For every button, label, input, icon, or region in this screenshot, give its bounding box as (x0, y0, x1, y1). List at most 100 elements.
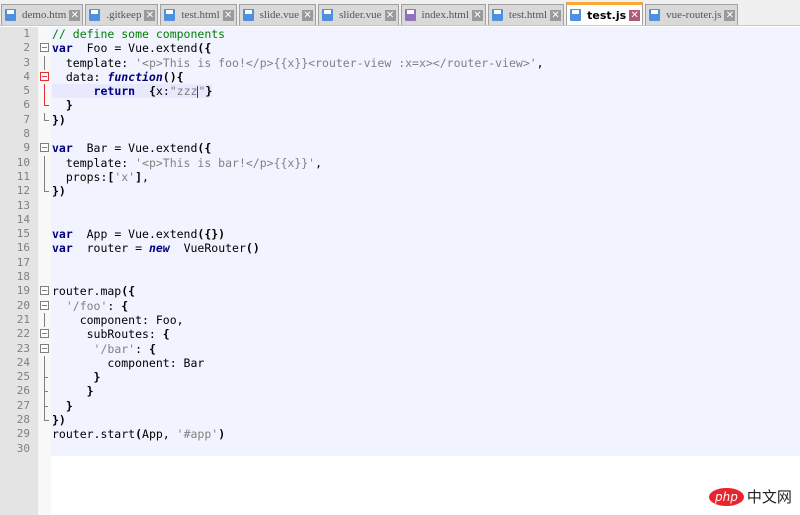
close-icon[interactable]: ✕ (629, 9, 641, 21)
code-line: 30 (0, 442, 800, 456)
fold-minus-icon[interactable] (40, 143, 49, 153)
tab-label: vue-router.js (666, 9, 722, 21)
token-str: '<p>This is foo!</p>{{x}}<router-view :x… (135, 55, 537, 70)
file-icon (5, 9, 16, 21)
token-plain: router = (72, 241, 149, 256)
code-line: 24 component: Bar (0, 355, 800, 371)
code-line: 6 } (0, 98, 800, 112)
code-text[interactable]: subRoutes: { (52, 327, 170, 341)
token-plain: props: (52, 169, 108, 184)
code-text[interactable]: '/foo': { (52, 299, 128, 313)
code-text[interactable]: } (52, 98, 73, 112)
line-number: 17 (16, 255, 30, 269)
close-icon[interactable]: ✕ (471, 9, 483, 21)
code-text[interactable]: router.start(App, '#app') (52, 427, 225, 441)
tab-test-js[interactable]: test.js ✕ (566, 2, 644, 25)
code-text[interactable]: template: '<p>This is bar!</p>{{x}}', (52, 156, 322, 170)
code-text[interactable]: }) (52, 184, 66, 198)
code-text[interactable]: template: '<p>This is foo!</p>{{x}}<rout… (52, 56, 544, 70)
fold-minus-icon[interactable] (40, 343, 49, 353)
file-icon (164, 9, 176, 21)
token-kw: var (52, 241, 73, 256)
token-str: "zzz (169, 84, 198, 99)
code-text[interactable]: var App = Vue.extend({}) (52, 227, 225, 241)
fold-minus-icon[interactable] (40, 329, 49, 339)
close-icon[interactable]: ✕ (69, 9, 81, 21)
tab-label: slider.vue (339, 9, 382, 21)
token-op: () (245, 241, 260, 256)
fold-end (44, 98, 49, 107)
line-number: 22 (16, 327, 30, 341)
line-number: 28 (16, 413, 30, 427)
code-text[interactable]: }) (52, 413, 66, 427)
code-text[interactable]: component: Foo, (52, 313, 184, 327)
fold-end (44, 184, 49, 193)
code-text[interactable]: router.map({ (52, 284, 135, 298)
tab-test-html[interactable]: test.html ✕ (160, 4, 237, 25)
close-icon[interactable]: ✕ (222, 9, 234, 21)
token-plain: , (315, 155, 323, 170)
file-icon (570, 9, 582, 21)
fold-minus-icon[interactable] (40, 71, 49, 81)
code-text[interactable]: return {x:"zzz"} (52, 84, 213, 99)
token-plain: template: (52, 155, 136, 170)
code-text[interactable]: data: function(){ (52, 70, 184, 84)
fold-minus-icon[interactable] (40, 300, 49, 310)
token-kw: var (52, 141, 73, 156)
code-line: 9 var Bar = Vue.extend({ (0, 141, 800, 155)
close-icon[interactable]: ✕ (550, 9, 562, 21)
code-text[interactable]: }) (52, 113, 66, 127)
tab-test-html[interactable]: test.html ✕ (487, 4, 565, 25)
code-line: 11 props:['x'], (0, 169, 800, 185)
tab-vue-router-js[interactable]: vue-router.js ✕ (645, 4, 739, 25)
line-number: 15 (16, 227, 30, 241)
code-text[interactable]: var Foo = Vue.extend({ (52, 41, 211, 55)
code-text[interactable]: } (52, 370, 101, 384)
file-icon (89, 9, 101, 21)
token-plain: Bar = Vue.extend (72, 141, 198, 156)
close-icon[interactable]: ✕ (384, 9, 396, 21)
tab-demo-htm[interactable]: demo.htm ✕ (1, 4, 84, 25)
tab-label: index.html (421, 9, 469, 21)
line-number: 23 (16, 341, 30, 355)
code-text[interactable]: } (52, 384, 94, 398)
tab-gitkeep[interactable]: .gitkeep ✕ (85, 4, 159, 25)
code-text[interactable]: props:['x'], (52, 170, 149, 184)
fold-minus-icon[interactable] (40, 43, 49, 53)
line-number: 29 (16, 427, 30, 441)
line-number: 30 (16, 441, 30, 455)
close-icon[interactable]: ✕ (724, 9, 736, 21)
close-icon[interactable]: ✕ (302, 9, 314, 21)
token-plain: Foo = Vue.extend (72, 41, 198, 56)
code-text[interactable]: '/bar': { (52, 342, 156, 356)
close-icon[interactable]: ✕ (144, 9, 156, 21)
token-plain: subRoutes: (52, 327, 163, 342)
code-text[interactable]: component: Bar (52, 356, 204, 370)
tab-index-html[interactable]: index.html ✕ (400, 4, 486, 25)
code-line: 8 (0, 127, 800, 141)
token-plain: template: (52, 55, 136, 70)
tab-slider-vue[interactable]: slider.vue ✕ (318, 4, 399, 25)
code-text[interactable]: // define some components (52, 27, 225, 41)
line-number: 4 (23, 69, 30, 83)
token-kw: var (52, 41, 73, 56)
line-number: 27 (16, 398, 30, 412)
line-number: 25 (16, 370, 30, 384)
fold-tee (44, 377, 48, 379)
code-text[interactable]: } (52, 399, 73, 413)
code-text[interactable]: var router = new VueRouter() (52, 241, 260, 255)
code-line: 2 var Foo = Vue.extend({ (0, 41, 800, 55)
code-line: 26 } (0, 384, 800, 399)
line-number: 14 (16, 212, 30, 226)
fold-line (44, 312, 45, 328)
fold-minus-icon[interactable] (40, 286, 49, 296)
watermark-text: 中文网 (746, 488, 792, 506)
tab-slide-vue[interactable]: slide.vue ✕ (238, 4, 317, 25)
code-text[interactable]: var Bar = Vue.extend({ (52, 141, 211, 155)
token-op: ({}) (197, 227, 226, 242)
token-kwi: function (107, 69, 163, 84)
